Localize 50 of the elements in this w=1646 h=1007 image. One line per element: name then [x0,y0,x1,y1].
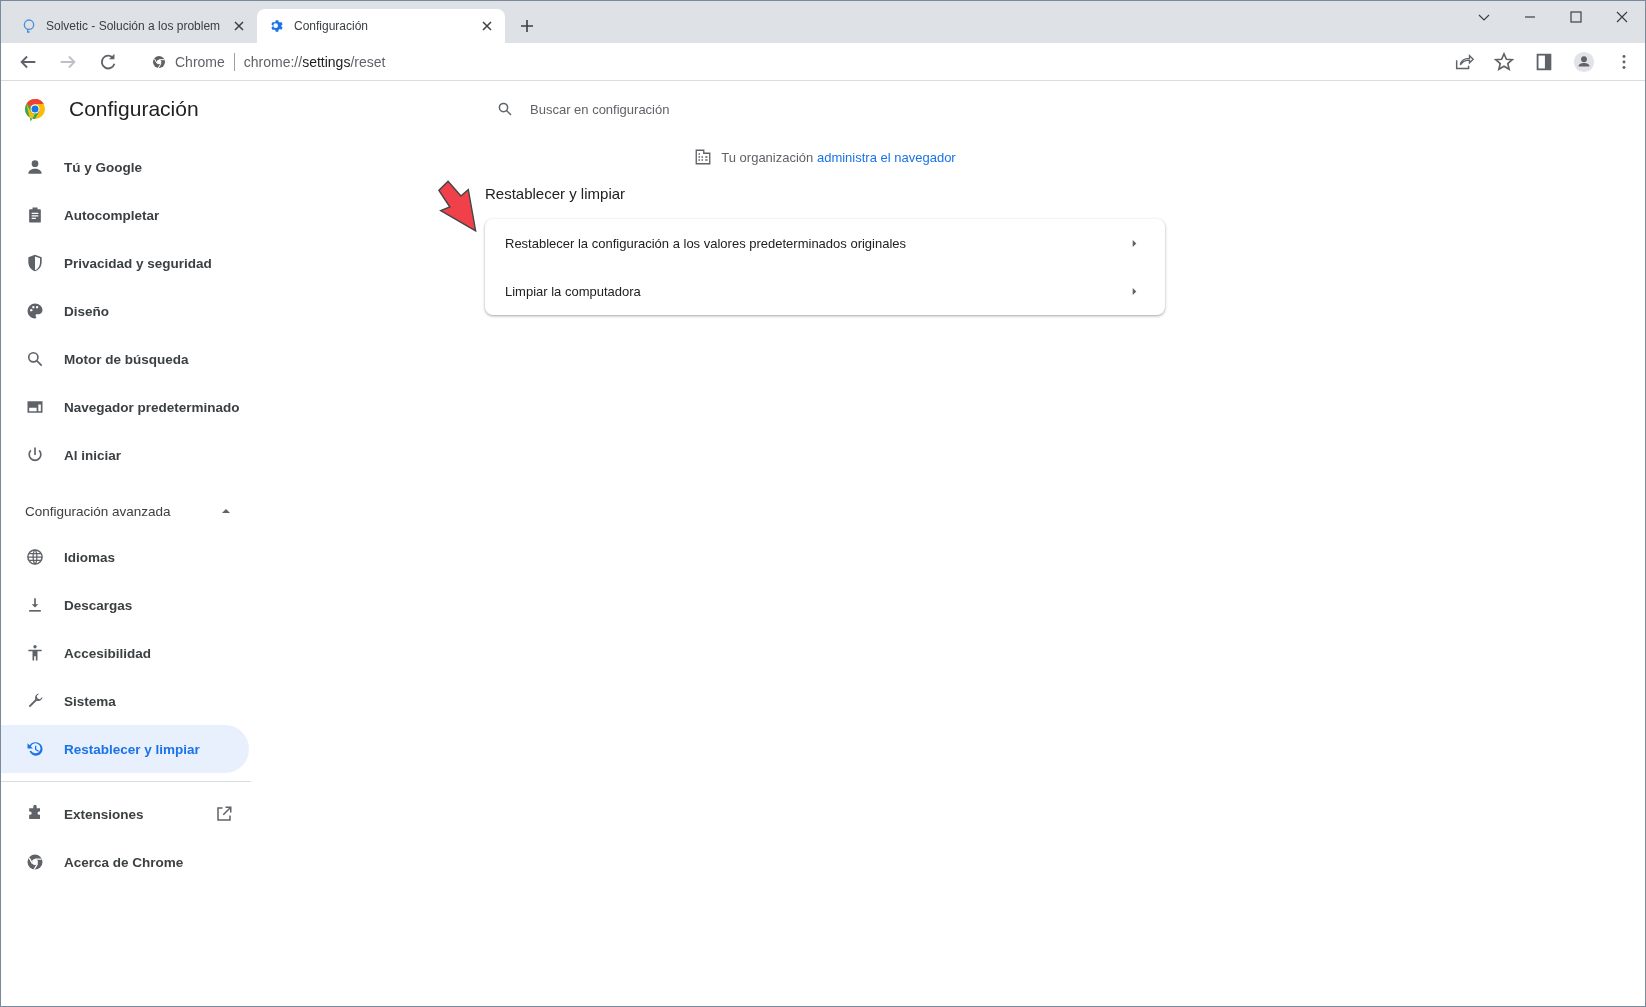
globe-icon [25,547,45,567]
search-icon [496,100,514,118]
sidebar-item[interactable]: Privacidad y seguridad [1,239,249,287]
sidebar-item[interactable]: Idiomas [1,533,249,581]
palette-icon [25,301,45,321]
close-icon[interactable] [233,20,245,32]
chrome-icon [151,53,167,70]
section-title: Restablecer y limpiar [485,185,627,202]
sidebar-item[interactable]: Extensiones [1,790,249,838]
building-icon [694,148,713,166]
search-field[interactable]: Buscar en configuración [528,100,885,118]
sidebar-item[interactable]: Acerca de Chrome [1,838,249,886]
url-text[interactable]: chrome://settings/reset [243,53,386,70]
person-icon [25,157,45,177]
site-label: Chrome [175,53,225,70]
shield-icon [25,253,45,273]
page-title: Configuración [69,97,199,121]
sidebar-item[interactable]: Descargas [1,581,249,629]
sidebar-item[interactable]: Autocompletar [1,191,249,239]
accessibility-icon [25,643,45,663]
browser-tab[interactable]: Configuración [257,9,505,43]
close-icon[interactable] [1614,9,1630,25]
sidebar-item[interactable]: Tú y Google [1,143,249,191]
gear-icon [269,18,285,34]
browser-tab[interactable]: Solvetic - Solución a los problem [9,9,257,43]
sidebar-item[interactable]: Navegador predeterminado [1,383,249,431]
organization-notice: Tu organización administra el navegador [721,149,956,165]
new-tab-icon[interactable] [519,18,535,34]
maximize-icon[interactable] [1568,9,1584,25]
search-icon [25,349,45,369]
sidebar-item[interactable]: Sistema [1,677,249,725]
sidebar-item[interactable]: Restablecer y limpiar [1,725,249,773]
sidebar-item[interactable]: Al iniciar [1,431,249,479]
tab-title: Configuración [294,19,370,33]
history-icon [25,739,45,759]
manage-browser-link[interactable]: administra el navegador [816,149,956,165]
advanced-section-header[interactable]: Configuración avanzada [1,489,251,533]
caret-right-icon [1130,286,1139,296]
caret-icon [221,506,231,516]
settings-row[interactable]: Limpiar la computadora [485,267,1165,315]
chrome-logo-icon [23,97,47,121]
caret-right-icon [1130,238,1139,248]
tab-title: Solvetic - Solución a los problem [46,19,222,33]
bulb-icon [21,18,37,34]
sidebar-item[interactable]: Accesibilidad [1,629,249,677]
chrome-icon [25,852,45,872]
sidebar-item[interactable]: Motor de búsqueda [1,335,249,383]
close-icon[interactable] [481,20,493,32]
sidebar-item[interactable]: Diseño [1,287,249,335]
settings-row[interactable]: Restablecer la configuración a los valores predeterminados originales [485,219,1165,267]
